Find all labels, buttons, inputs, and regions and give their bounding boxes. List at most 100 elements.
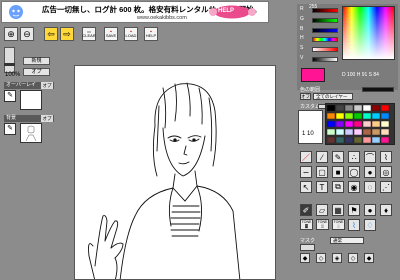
help-label: HELP (218, 8, 235, 14)
layer-scope-select[interactable]: 全てのレイヤー (313, 93, 353, 100)
brush-size-label: 1 (302, 131, 306, 137)
brush-size-value: 10 (307, 131, 314, 137)
layer-visibility-toggle[interactable]: ✎ (4, 90, 16, 102)
layer-thumbnail-background[interactable] (20, 123, 42, 143)
h-slider[interactable] (312, 37, 338, 42)
pencil-icon: ✎ (7, 125, 13, 132)
layer-name-background: 背景 (6, 115, 17, 121)
opacity-toggle[interactable]: オフ (300, 93, 311, 100)
layer-thumbnail-overlay[interactable] (20, 90, 42, 110)
curve-tool[interactable]: ∽ (300, 166, 312, 178)
tone-3-icon: ░ (337, 223, 340, 228)
color-palette[interactable] (325, 103, 395, 145)
current-color-swatch[interactable] (301, 68, 325, 82)
layer-option-button[interactable]: オプ (23, 68, 50, 76)
brush-tool[interactable]: ✎ (332, 151, 344, 163)
blend-mode-select[interactable]: 通常 (330, 237, 364, 244)
text-tool[interactable]: T (316, 181, 328, 193)
background-visibility-toggle[interactable]: ✎ (4, 123, 16, 135)
rectangle-select-tool[interactable]: ▢ (316, 166, 328, 178)
picker-tool[interactable]: ◌ (364, 181, 376, 193)
curve-icon: ∽ (302, 167, 310, 177)
fill-bucket-tool[interactable]: ◉ (348, 181, 360, 193)
range-slider[interactable] (362, 87, 394, 92)
mask-1-icon: ◆ (302, 255, 308, 262)
lasso-tool[interactable]: ◎ (380, 166, 392, 178)
pen-tool[interactable]: ∕ (316, 151, 328, 163)
s-slider[interactable] (312, 47, 338, 52)
hatch-tool[interactable]: ▦ (332, 204, 344, 216)
ellipse-icon: ◯ (349, 167, 359, 177)
b-label: B (300, 26, 304, 32)
b-slider[interactable] (312, 28, 338, 33)
pencil-tool[interactable]: ／ (300, 151, 312, 163)
mode-label: 色の範囲 (300, 87, 321, 93)
tone-button-3[interactable]: TONE ░ (332, 219, 345, 230)
redo-icon: ⇨ (63, 28, 71, 39)
stamp-icon: ⚑ (350, 205, 358, 215)
undo-button[interactable]: ⇦ (44, 27, 58, 41)
color-picker-field[interactable] (342, 6, 395, 60)
mask-button-5[interactable]: ◆ (364, 253, 374, 263)
s-label: S (300, 45, 304, 51)
save-button[interactable]: ▪ SAVE (104, 27, 118, 41)
water-drop-icon: ⌇ (352, 220, 356, 230)
airbrush-tool[interactable]: ∴ (348, 151, 360, 163)
zoom-out-button[interactable]: ⊖ (20, 27, 34, 41)
zoom-slider[interactable] (4, 47, 15, 73)
banner-url[interactable]: www.oekakibbs.com (137, 15, 187, 21)
hsv-readout: D 100 H 91 S 84 (342, 72, 379, 78)
thumbnail-sketch-icon (25, 125, 37, 142)
hatch-icon: ▦ (334, 205, 342, 215)
move-tool[interactable]: ↖ (300, 181, 312, 193)
layer-option-overlay[interactable]: オプ (41, 82, 53, 89)
layer-option-background[interactable]: オプ (41, 115, 53, 122)
ellipse-fill-tool[interactable]: ● (364, 166, 376, 178)
eraser-tool[interactable]: ▱ (316, 204, 328, 216)
stamp-tool[interactable]: ⚑ (348, 204, 360, 216)
zoom-out-icon: ⊖ (23, 28, 31, 39)
blur-tool[interactable]: ⌒ (364, 151, 376, 163)
help-button-label: HELP (145, 33, 157, 38)
dot-tool[interactable]: ● (364, 204, 376, 216)
drawing-canvas[interactable] (74, 65, 276, 280)
tone-button-2[interactable]: TONE ▒ (316, 219, 329, 230)
palette-grid-icon (326, 104, 390, 144)
v-slider[interactable] (312, 57, 338, 62)
layer-name-overlay: オーバーレイ (6, 82, 36, 88)
zoom-in-button[interactable]: ⊕ (4, 27, 18, 41)
help-badge[interactable]: HELP (204, 4, 262, 20)
mask-button-2[interactable]: ◇ (316, 253, 326, 263)
eyedropper-tool[interactable]: ⋰ (380, 181, 392, 193)
copy-tool[interactable]: ⧉ (332, 181, 344, 193)
mask-button-4[interactable]: ◇ (348, 253, 358, 263)
clear-button[interactable]: ▭ CLEAR (82, 27, 96, 41)
bucket-icon: ◉ (350, 182, 358, 192)
sharpen-icon: ♦ (383, 205, 389, 215)
g-slider[interactable] (312, 18, 338, 23)
undo-icon: ⇦ (47, 28, 55, 39)
tone-button-1[interactable]: TONE ▓ (300, 219, 313, 230)
tone-tool[interactable]: ✐ (300, 204, 312, 216)
sharpen-tool[interactable]: ♦ (380, 204, 392, 216)
move-arrow-icon: ↖ (302, 182, 310, 192)
rectangle-fill-tool[interactable]: ■ (332, 166, 344, 178)
drop-tool[interactable]: ♢ (364, 219, 376, 231)
mask-2-icon: ◇ (318, 255, 324, 262)
layer-header-overlay[interactable]: オーバーレイ オプ (4, 82, 54, 89)
smudge-tool[interactable]: ⌇ (380, 151, 392, 163)
ellipse-tool[interactable]: ◯ (348, 166, 360, 178)
mask-button-1[interactable]: ◆ (300, 253, 310, 263)
new-layer-button[interactable]: 新規 (23, 57, 50, 65)
copy-icon: ⧉ (335, 182, 341, 191)
load-button[interactable]: ▪ LOAD (124, 27, 138, 41)
mask-toggle[interactable] (300, 244, 315, 251)
layer-header-background[interactable]: 背景 オプ (4, 115, 54, 122)
r-label: R (300, 6, 304, 12)
water-tool[interactable]: ⌇ (348, 219, 360, 231)
zoom-in-icon: ⊕ (7, 28, 15, 39)
mask-button-3[interactable]: ◈ (332, 253, 342, 263)
redo-button[interactable]: ⇨ (60, 27, 74, 41)
help-button[interactable]: ▪ HELP (144, 27, 158, 41)
zoom-slider-thumb[interactable] (4, 63, 15, 66)
